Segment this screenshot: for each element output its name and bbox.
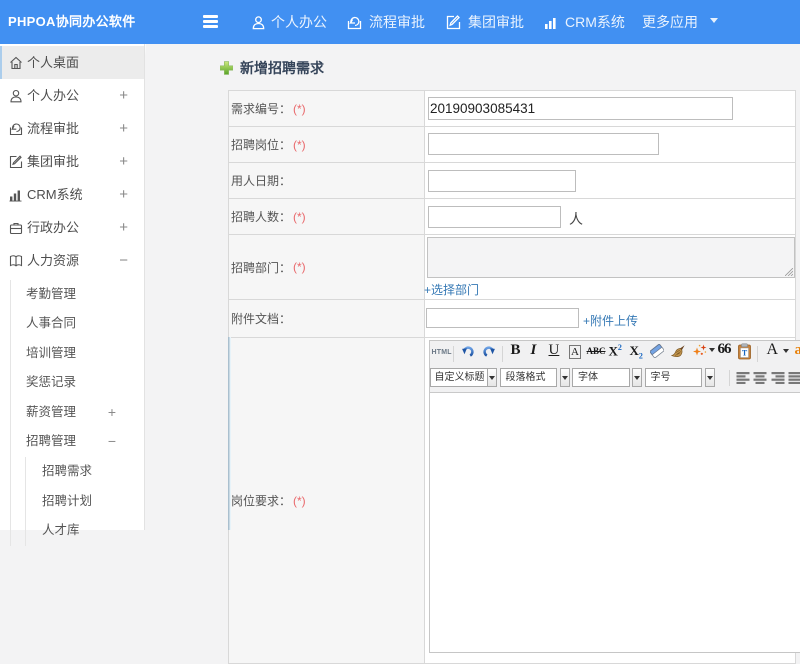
svg-text:T: T: [741, 348, 747, 357]
